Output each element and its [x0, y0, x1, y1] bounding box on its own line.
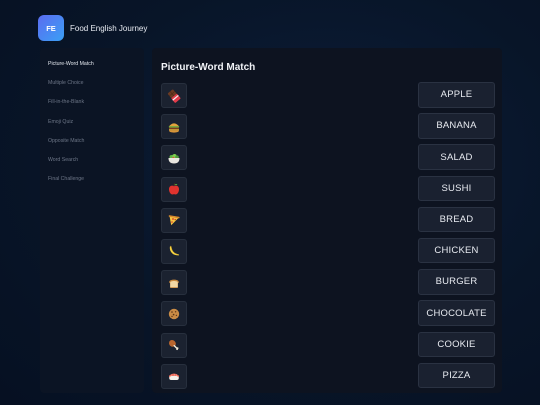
- picture-card-salad[interactable]: [161, 145, 187, 171]
- picture-card-banana[interactable]: [161, 238, 187, 264]
- word-button-apple[interactable]: APPLE: [418, 82, 495, 108]
- sushi-icon: [169, 373, 179, 381]
- picture-card-chicken[interactable]: [161, 332, 187, 358]
- sidebar-item-picture-word-match[interactable]: Picture-Word Match: [40, 54, 144, 73]
- sidebar-item-emoji-quiz[interactable]: Emoji Quiz: [40, 112, 144, 131]
- picture-card-burger[interactable]: [161, 114, 187, 140]
- sidebar-item-multiple-choice[interactable]: Multiple Choice: [40, 73, 144, 92]
- bread-icon: [169, 279, 179, 288]
- pizza-slice-icon: [168, 215, 180, 226]
- chicken-leg-icon: [168, 340, 179, 351]
- sidebar-nav: Picture-Word Match Multiple Choice Fill-…: [40, 48, 144, 393]
- picture-card-pizza[interactable]: [161, 207, 187, 233]
- game-panel: Picture-Word Match APPLE BANANA SALAD SU…: [152, 48, 502, 393]
- word-button-cookie[interactable]: COOKIE: [418, 331, 495, 357]
- word-button-bread[interactable]: BREAD: [418, 206, 495, 233]
- sidebar-item-word-search[interactable]: Word Search: [40, 150, 144, 169]
- cookie-icon: [168, 308, 180, 320]
- banana-icon: [169, 245, 180, 256]
- app-header: FE Food English Journey: [38, 14, 147, 42]
- word-button-pizza[interactable]: PIZZA: [418, 362, 495, 389]
- chocolate-bar-icon: [167, 89, 181, 103]
- picture-card-chocolate[interactable]: [161, 83, 187, 108]
- sidebar-item-opposite-match[interactable]: Opposite Match: [40, 131, 144, 150]
- word-button-salad[interactable]: SALAD: [418, 144, 495, 170]
- word-button-banana[interactable]: BANANA: [418, 113, 495, 139]
- page-title: Picture-Word Match: [161, 62, 256, 73]
- word-button-burger[interactable]: BURGER: [418, 269, 495, 295]
- burger-icon: [168, 123, 180, 133]
- sidebar-item-final-challenge[interactable]: Final Challenge: [40, 170, 144, 189]
- app-title: Food English Journey: [70, 23, 148, 33]
- sidebar-item-fill-in-the-blank[interactable]: Fill-in-the-Blank: [40, 93, 144, 112]
- word-button-sushi[interactable]: SUSHI: [418, 175, 495, 202]
- word-column: APPLE BANANA SALAD SUSHI BREAD CHICKEN B…: [418, 82, 495, 389]
- word-button-chicken[interactable]: CHICKEN: [418, 237, 495, 264]
- app-logo: FE: [38, 15, 64, 41]
- picture-card-cookie[interactable]: [161, 301, 187, 327]
- picture-column: [161, 83, 187, 389]
- picture-card-bread[interactable]: [161, 270, 187, 296]
- picture-card-apple[interactable]: [161, 176, 187, 202]
- picture-card-sushi[interactable]: [161, 363, 187, 389]
- salad-bowl-icon: [168, 153, 180, 164]
- apple-icon: [168, 183, 180, 195]
- word-button-chocolate[interactable]: CHOCOLATE: [418, 300, 495, 326]
